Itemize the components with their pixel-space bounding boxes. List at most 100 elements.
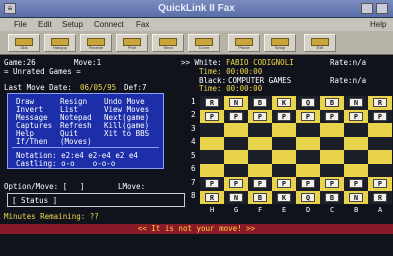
chess-piece[interactable]: N <box>349 192 363 202</box>
chess-board[interactable]: RNBKQBNRPPPPPPPPPPPPPPPPRNBKQBNR <box>200 96 392 204</box>
chess-piece[interactable]: B <box>325 192 339 202</box>
chess-piece[interactable]: R <box>373 98 387 107</box>
menu-file[interactable]: File <box>14 20 27 29</box>
toolbar-phone-button[interactable]: Phone <box>228 34 260 52</box>
chess-piece[interactable]: N <box>349 98 363 107</box>
board-square[interactable]: N <box>344 190 368 204</box>
board-square[interactable] <box>224 163 248 177</box>
board-square[interactable] <box>272 150 296 164</box>
chess-piece[interactable]: B <box>253 192 267 202</box>
chess-piece[interactable]: P <box>277 111 291 121</box>
menu-connect[interactable]: Connect <box>94 20 124 29</box>
board-square[interactable] <box>320 136 344 150</box>
chess-piece[interactable]: P <box>349 111 363 121</box>
chess-piece[interactable]: R <box>205 192 219 202</box>
chess-piece[interactable]: P <box>301 179 315 188</box>
board-square[interactable]: P <box>296 109 320 123</box>
board-square[interactable] <box>344 163 368 177</box>
maximize-button[interactable] <box>376 3 388 14</box>
chess-piece[interactable]: B <box>325 98 339 107</box>
board-square[interactable]: P <box>368 177 392 191</box>
chess-piece[interactable]: N <box>229 98 243 107</box>
chess-piece[interactable]: B <box>253 98 267 107</box>
board-square[interactable]: K <box>272 96 296 110</box>
board-square[interactable]: P <box>224 177 248 191</box>
board-square[interactable] <box>368 136 392 150</box>
toolbar-dial-button[interactable]: Dial <box>8 34 40 52</box>
board-square[interactable] <box>200 123 224 137</box>
chess-piece[interactable]: P <box>373 111 387 121</box>
board-square[interactable]: B <box>320 190 344 204</box>
cmd-xit-to-bbs[interactable]: Xit to BBS <box>104 129 149 138</box>
chess-piece[interactable]: R <box>373 192 387 202</box>
board-square[interactable] <box>296 136 320 150</box>
toolbar-cover-button[interactable]: Cover <box>188 34 220 52</box>
toolbar-print-button[interactable]: Print <box>116 34 148 52</box>
board-square[interactable]: R <box>200 190 224 204</box>
board-square[interactable]: R <box>368 96 392 110</box>
chess-piece[interactable]: K <box>277 98 291 107</box>
chess-piece[interactable]: P <box>301 111 315 121</box>
board-square[interactable]: B <box>248 190 272 204</box>
board-square[interactable]: N <box>344 96 368 110</box>
chess-piece[interactable]: P <box>349 179 363 188</box>
board-square[interactable] <box>368 150 392 164</box>
board-square[interactable] <box>248 136 272 150</box>
chess-piece[interactable]: R <box>205 98 219 107</box>
menu-edit[interactable]: Edit <box>38 20 52 29</box>
chess-piece[interactable]: P <box>253 111 267 121</box>
chess-piece[interactable]: P <box>229 179 243 188</box>
chess-piece[interactable]: K <box>277 192 291 202</box>
board-square[interactable]: P <box>200 177 224 191</box>
board-square[interactable] <box>320 123 344 137</box>
menu-help[interactable]: Help <box>370 20 386 29</box>
chess-piece[interactable]: P <box>325 111 339 121</box>
board-square[interactable] <box>224 136 248 150</box>
board-square[interactable]: B <box>248 96 272 110</box>
toolbar-send-button[interactable]: Send <box>152 34 184 52</box>
board-square[interactable] <box>344 136 368 150</box>
menu-setup[interactable]: Setup <box>62 20 83 29</box>
board-square[interactable]: P <box>272 109 296 123</box>
board-square[interactable]: R <box>200 96 224 110</box>
board-square[interactable]: P <box>320 109 344 123</box>
board-square[interactable] <box>296 150 320 164</box>
board-square[interactable] <box>368 123 392 137</box>
board-square[interactable]: P <box>248 109 272 123</box>
board-square[interactable]: Q <box>296 190 320 204</box>
board-square[interactable] <box>248 163 272 177</box>
toolbar-hangup-button[interactable]: Hangup <box>44 34 76 52</box>
chess-piece[interactable]: P <box>229 111 243 121</box>
board-square[interactable]: K <box>272 190 296 204</box>
menu-fax[interactable]: Fax <box>136 20 149 29</box>
board-square[interactable]: P <box>368 109 392 123</box>
board-square[interactable]: N <box>224 190 248 204</box>
board-square[interactable] <box>296 163 320 177</box>
board-square[interactable]: P <box>224 109 248 123</box>
board-square[interactable] <box>320 150 344 164</box>
board-square[interactable] <box>200 163 224 177</box>
chess-piece[interactable]: P <box>325 179 339 188</box>
chess-piece[interactable]: P <box>373 179 387 188</box>
board-square[interactable] <box>224 123 248 137</box>
board-square[interactable] <box>200 136 224 150</box>
chess-piece[interactable]: N <box>229 192 243 202</box>
board-square[interactable]: P <box>320 177 344 191</box>
board-square[interactable] <box>200 150 224 164</box>
toolbar-receive-button[interactable]: Receive <box>80 34 112 52</box>
board-square[interactable] <box>344 150 368 164</box>
chess-piece[interactable]: Q <box>301 98 315 107</box>
board-square[interactable]: P <box>272 177 296 191</box>
board-square[interactable] <box>320 163 344 177</box>
chess-piece[interactable]: P <box>205 111 219 121</box>
board-square[interactable] <box>296 123 320 137</box>
minimize-button[interactable] <box>361 3 373 14</box>
board-square[interactable]: P <box>200 109 224 123</box>
board-square[interactable]: P <box>248 177 272 191</box>
board-square[interactable] <box>272 136 296 150</box>
chess-piece[interactable]: P <box>205 179 219 188</box>
board-square[interactable]: R <box>368 190 392 204</box>
board-square[interactable] <box>272 163 296 177</box>
board-square[interactable]: B <box>320 96 344 110</box>
board-square[interactable]: Q <box>296 96 320 110</box>
